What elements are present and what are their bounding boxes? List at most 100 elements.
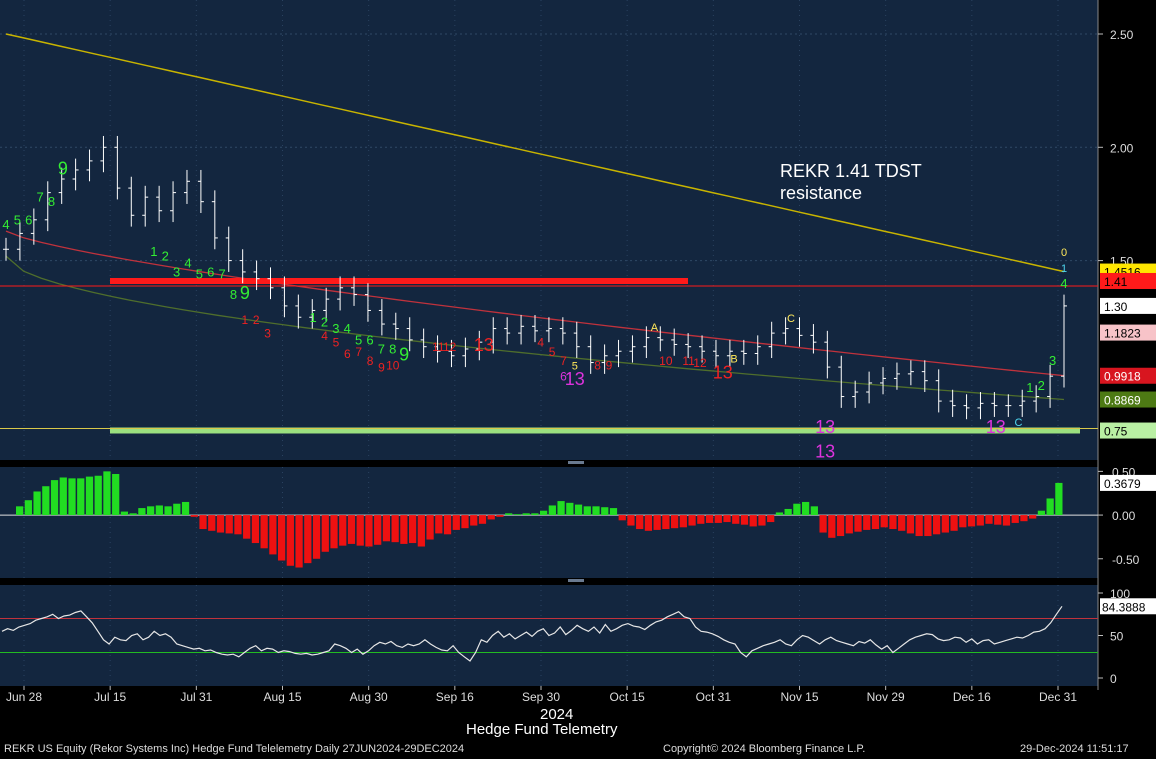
- td-count-label: 9: [378, 361, 385, 375]
- hist-tick-label: 0.00: [1112, 509, 1136, 523]
- histogram-bar: [959, 515, 967, 528]
- td-count-label: 2: [253, 313, 260, 327]
- histogram-bar: [714, 515, 722, 523]
- histogram-bar: [976, 515, 984, 526]
- histogram-bar: [1046, 498, 1054, 516]
- histogram-bar: [531, 513, 539, 516]
- td-count-label: 6: [25, 212, 32, 227]
- x-tick-label: Sep 16: [436, 690, 474, 704]
- histogram-bar: [400, 515, 408, 544]
- td-count-label: 4: [1060, 276, 1067, 291]
- histogram-bar: [478, 515, 487, 524]
- histogram-bar: [33, 491, 41, 516]
- td-count-label: 9: [399, 344, 409, 364]
- price-value-label: 0.8869: [1100, 391, 1156, 408]
- tdst-annotation: REKR 1.41 TDST resistance: [780, 160, 922, 204]
- histogram-bar: [68, 478, 76, 516]
- td-count-label: 9: [58, 158, 68, 178]
- td-count-label: 7: [378, 341, 385, 356]
- td-count-label: 6: [207, 264, 214, 279]
- histogram-bar: [697, 515, 705, 524]
- histogram-bar: [828, 515, 836, 538]
- td-count-label: 5: [333, 336, 340, 350]
- histogram-bar: [496, 515, 504, 517]
- footer-security-info: REKR US Equity (Rekor Systems Inc) Hedge…: [4, 743, 465, 755]
- histogram-bar: [854, 515, 862, 532]
- price-tick-label: 2.50: [1110, 28, 1134, 42]
- x-tick-label: Nov 29: [867, 690, 905, 704]
- histogram-bar: [173, 503, 181, 516]
- tdst-annotation-line1: REKR 1.41 TDST: [780, 161, 922, 181]
- x-tick-label: Dec 16: [953, 690, 991, 704]
- histogram-bar: [679, 515, 687, 528]
- price-value-label: 1.1823: [1100, 324, 1156, 341]
- histogram-bar: [1020, 515, 1028, 522]
- histogram-bar: [618, 515, 626, 521]
- histogram-bar: [251, 515, 260, 544]
- td-count-label: 10: [659, 354, 673, 368]
- histogram-bar: [505, 513, 513, 516]
- histogram-bar: [155, 505, 163, 516]
- histogram-bar: [330, 515, 338, 549]
- histogram-bar: [793, 503, 801, 516]
- td-count-label: 4: [2, 217, 9, 232]
- footer-copyright: Copyright© 2024 Bloomberg Finance L.P.: [663, 743, 866, 755]
- histogram-bar: [784, 508, 792, 516]
- histogram-bar: [836, 515, 845, 537]
- osc-tick-label: 0: [1110, 672, 1117, 686]
- td-count-label: 5: [549, 345, 556, 359]
- histogram-bar: [767, 515, 775, 523]
- histogram-bar: [269, 515, 277, 555]
- panel-resize-handle-1: [568, 461, 584, 464]
- histogram-bar: [339, 515, 347, 546]
- histogram-bar: [190, 515, 198, 517]
- price-value-label-text: 1.41: [1104, 275, 1128, 289]
- histogram-bar: [566, 502, 574, 516]
- histogram-bar: [374, 515, 382, 545]
- bottom-title: Hedge Fund Telemetry: [466, 721, 618, 738]
- td-count-label: 3: [264, 327, 271, 341]
- histogram-bar: [583, 506, 591, 516]
- td-count-label: 13: [474, 335, 494, 355]
- histogram-bar: [59, 477, 67, 516]
- histogram-bar: [208, 515, 216, 531]
- histogram-bar: [548, 505, 556, 516]
- histogram-bar: [85, 476, 94, 516]
- histogram-bar: [740, 515, 749, 525]
- histogram-bar: [592, 506, 600, 516]
- td-count-label: 6: [366, 332, 373, 347]
- histogram-bar: [557, 501, 565, 516]
- price-tick-label: 2.00: [1110, 141, 1134, 155]
- histogram-bar: [225, 515, 233, 534]
- histogram-bar: [1055, 482, 1063, 516]
- histogram-bar: [810, 506, 818, 516]
- price-value-label: 0.75: [1100, 422, 1156, 439]
- histogram-bar: [1011, 515, 1019, 523]
- price-value-label: 1.41: [1100, 272, 1156, 289]
- td-count-label: 8: [389, 341, 396, 356]
- histogram-bar: [312, 515, 321, 559]
- histogram-bar: [199, 515, 207, 530]
- price-value-label-text: 0.9918: [1104, 370, 1141, 384]
- histogram-bar: [705, 515, 714, 523]
- histogram-bar: [662, 515, 670, 530]
- footer-timestamp: 29-Dec-2024 11:51:17: [1020, 743, 1129, 755]
- price-value-label: 1.30: [1100, 297, 1156, 314]
- histogram-bar: [409, 515, 417, 544]
- histogram-bar: [653, 515, 661, 530]
- histogram-bar: [487, 515, 495, 520]
- histogram-bar: [129, 513, 137, 516]
- td-count-label: 8: [48, 194, 55, 209]
- td-count-label: 2: [1038, 378, 1045, 393]
- td-count-label: 6: [344, 347, 351, 361]
- td-count-label: C: [1015, 417, 1023, 429]
- histogram-bar: [470, 515, 478, 526]
- td-count-label: 7: [219, 267, 226, 282]
- histogram-bar: [522, 513, 530, 516]
- hist-value-label-text: 0.3679: [1104, 477, 1141, 491]
- panel-resize-handle-2: [568, 579, 584, 582]
- td-count-label: 12: [693, 356, 707, 370]
- histogram-bar: [1002, 515, 1011, 526]
- td-count-label: 9: [240, 283, 250, 303]
- histogram-bar: [915, 515, 923, 537]
